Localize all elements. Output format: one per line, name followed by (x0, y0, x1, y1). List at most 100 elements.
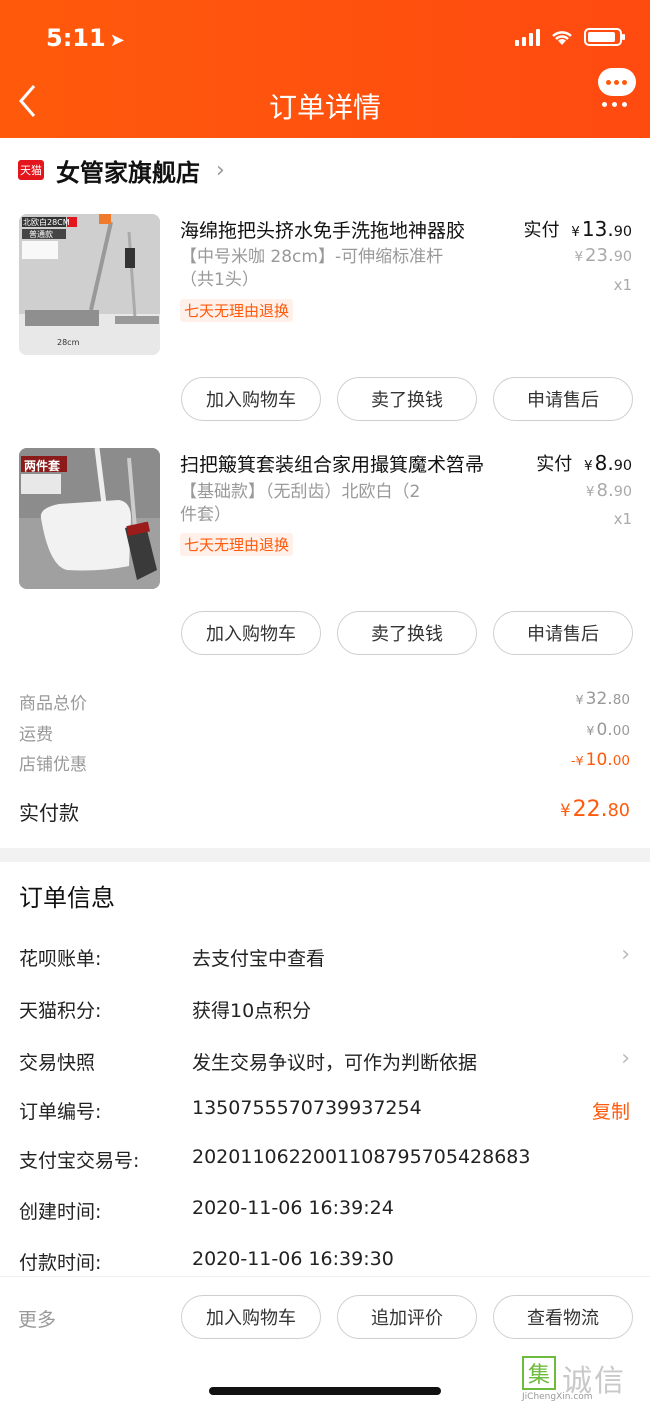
info-label: 订单编号: (19, 1101, 102, 1123)
info-value: 发生交易争议时，可作为判断依据 (192, 1052, 478, 1074)
add-to-cart-button[interactable]: 加入购物车 (181, 377, 321, 421)
product-paid-price: 实付 ¥13.90 (524, 216, 632, 242)
view-logistics-button[interactable]: 查看物流 (493, 1295, 633, 1339)
price-integer: 8. (594, 451, 614, 475)
product-thumbnail[interactable]: 北欧白28CM 普通款 28cm (19, 214, 160, 355)
more-dots-icon (598, 102, 638, 107)
resell-button[interactable]: 卖了换钱 (337, 377, 477, 421)
price-decimal: 00 (612, 723, 630, 739)
chevron-right-icon: › (621, 942, 630, 967)
price-integer: 13. (581, 217, 614, 241)
price-decimal: 90 (613, 484, 632, 500)
paid-label: 实付 (523, 220, 560, 241)
order-number: 1350755570739937254 (192, 1097, 422, 1119)
location-arrow-icon: ➤ (109, 30, 125, 51)
info-value: 获得10点积分 (192, 1000, 312, 1022)
add-to-cart-button[interactable]: 加入购物车 (181, 611, 321, 655)
chevron-right-icon: › (621, 1046, 630, 1071)
chevron-right-icon: › (216, 157, 225, 183)
add-review-button[interactable]: 追加评价 (337, 1295, 477, 1339)
product-original-price: ¥23.90 (574, 245, 632, 266)
price-decimal: 90 (613, 224, 632, 240)
thumb-label: 两件套 (24, 459, 61, 473)
return-policy-tag: 七天无理由退换 (180, 299, 294, 322)
price-decimal: 80 (607, 801, 630, 821)
product-thumbnail[interactable]: 两件套 (19, 448, 160, 589)
info-label: 花呗账单: (19, 948, 102, 970)
thumb-label: 北欧白28CM (23, 218, 70, 227)
product-title[interactable]: 海绵拖把头挤水免手洗拖地神器胶 (180, 216, 515, 243)
paid-label: 实付 (536, 454, 573, 475)
after-sales-button[interactable]: 申请售后 (493, 377, 633, 421)
shipping-label: 运费 (19, 725, 53, 745)
shipping-row: 运费 ¥0.00 (19, 720, 630, 745)
message-button[interactable] (598, 68, 638, 112)
paid-total-row: 实付款 ¥22.80 (19, 797, 630, 826)
status-time: 5:11 ➤ (46, 24, 125, 52)
home-indicator[interactable] (209, 1387, 441, 1395)
price-integer: 0. (596, 720, 613, 740)
price-decimal: 90 (613, 249, 632, 265)
wifi-icon (552, 31, 572, 45)
return-policy-tag: 七天无理由退换 (180, 533, 294, 556)
paid-total-label: 实付款 (19, 801, 79, 825)
discount-label: 店铺优惠 (19, 755, 87, 775)
add-to-cart-button[interactable]: 加入购物车 (181, 1295, 321, 1339)
thumb-label: 普通款 (29, 230, 53, 239)
price-decimal: 00 (612, 753, 630, 769)
info-label: 天猫积分: (19, 1000, 102, 1022)
status-icons (515, 28, 625, 46)
product-quantity: x1 (613, 276, 632, 294)
store-name: 女管家旗舰店 (56, 158, 200, 187)
goods-total-row: 商品总价 ¥32.80 (19, 689, 630, 714)
info-label: 付款时间: (19, 1252, 102, 1274)
created-time-row: 创建时间: 2020-11-06 16:39:24 (19, 1197, 632, 1227)
currency-symbol: ¥ (560, 801, 571, 820)
watermark-url: JiChengXin.com (522, 1392, 593, 1402)
goods-total-value: ¥32.80 (576, 689, 630, 714)
battery-icon (584, 28, 625, 46)
thumb-label: 28cm (57, 338, 80, 347)
app-header: 5:11 ➤ 订单详情 (0, 0, 650, 138)
trade-snapshot-row[interactable]: 交易快照 发生交易争议时，可作为判断依据 › (19, 1046, 632, 1078)
info-value: 去支付宝中查看 (192, 948, 326, 970)
watermark: 集 诚信 JiChengXin.com (522, 1356, 642, 1402)
alipay-trade-no-row: 支付宝交易号: 2020110622001108795705428683 (19, 1146, 632, 1176)
order-info-title: 订单信息 (19, 884, 115, 912)
after-sales-button[interactable]: 申请售后 (493, 611, 633, 655)
page-title: 订单详情 (268, 91, 381, 124)
product-paid-price: 实付 ¥8.90 (536, 450, 632, 476)
info-label: 创建时间: (19, 1201, 102, 1223)
info-label: 支付宝交易号: (19, 1150, 140, 1172)
sku-line: 件套） (180, 505, 231, 525)
copy-button[interactable]: 复制 (592, 1097, 630, 1124)
store-link[interactable]: 天猫 女管家旗舰店 › (18, 153, 225, 187)
currency-symbol: ¥ (571, 224, 580, 240)
sku-line: 【中号米咖 28cm】-可伸缩标准杆 (180, 247, 444, 267)
price-integer: 22. (572, 797, 608, 822)
sku-line: 【基础款】（无刮齿）北欧白（2 (180, 482, 421, 502)
more-button[interactable]: 更多 (18, 1305, 56, 1332)
price-integer: 32. (585, 689, 613, 709)
watermark-box: 集 (522, 1356, 556, 1390)
signal-icon (515, 28, 540, 46)
price-integer: 10. (585, 750, 613, 770)
currency-symbol: ¥ (585, 484, 595, 500)
huabei-bill-row[interactable]: 花呗账单: 去支付宝中查看 › (19, 942, 632, 974)
resell-button[interactable]: 卖了换钱 (337, 611, 477, 655)
paid-time-row: 付款时间: 2020-11-06 16:39:30 (19, 1248, 632, 1278)
info-value: 2020-11-06 16:39:30 (192, 1248, 394, 1270)
order-number-row: 订单编号: 1350755570739937254 复制 (19, 1097, 632, 1127)
price-decimal: 80 (612, 692, 630, 708)
price-decimal: 90 (613, 458, 632, 474)
product-quantity: x1 (613, 510, 632, 528)
chat-bubble-icon (598, 68, 636, 96)
goods-total-label: 商品总价 (19, 694, 87, 714)
currency-symbol: ¥ (575, 693, 584, 708)
price-integer: 23. (585, 245, 614, 266)
info-value: 2020110622001108795705428683 (192, 1146, 531, 1168)
currency-symbol: -¥ (570, 754, 584, 769)
currency-symbol: ¥ (584, 458, 593, 474)
product-title[interactable]: 扫把簸箕套装组合家用撮箕魔术笤帚 (180, 450, 515, 477)
discount-value: -¥ 10.00 (571, 750, 630, 775)
